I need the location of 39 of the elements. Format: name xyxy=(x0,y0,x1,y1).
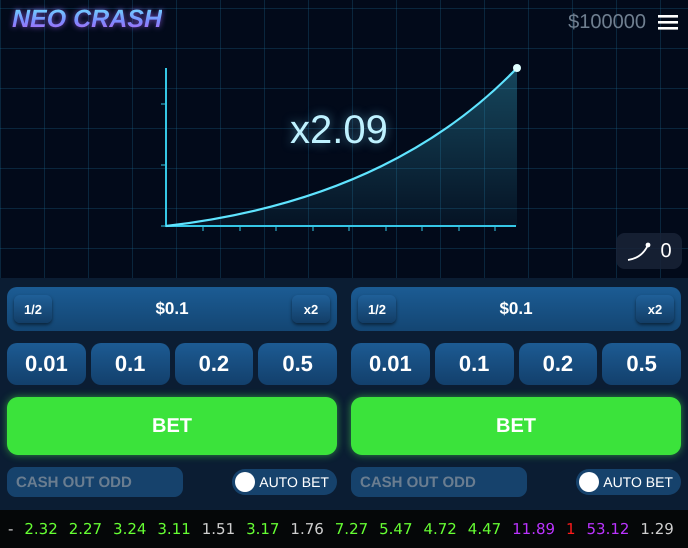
history-multiplier: 5.47 xyxy=(379,520,413,538)
amount-chip-button[interactable]: 0.5 xyxy=(602,343,681,385)
half-button[interactable]: 1/2 xyxy=(14,295,52,323)
cash-out-field[interactable]: CASH OUT ODD xyxy=(351,467,527,497)
history-multiplier: - xyxy=(8,520,14,538)
history-multiplier: 11.89 xyxy=(512,520,556,538)
auto-bet-toggle[interactable]: AUTO BET xyxy=(576,469,681,495)
history-multiplier: 7.27 xyxy=(334,520,368,538)
amount-chip-button[interactable]: 0.01 xyxy=(7,343,86,385)
history-multiplier: 3.11 xyxy=(157,520,191,538)
amount-chip-button[interactable]: 0.2 xyxy=(174,343,254,385)
amount-chip-button[interactable]: 0.1 xyxy=(434,343,514,385)
history-multiplier: 3.17 xyxy=(246,520,280,538)
curve-icon xyxy=(626,240,652,262)
balance-text: $100000 xyxy=(568,11,646,34)
double-button[interactable]: x2 xyxy=(636,295,674,323)
history-multiplier: 2.27 xyxy=(68,520,102,538)
history-multiplier: 1.29 xyxy=(640,520,674,538)
history-multiplier: 2.32 xyxy=(24,520,58,538)
history-multiplier: 4.72 xyxy=(423,520,457,538)
amount-chip-button[interactable]: 0.5 xyxy=(258,343,337,385)
amount-text: $0.1 xyxy=(499,299,533,319)
amount-chip-button[interactable]: 0.01 xyxy=(351,343,430,385)
auto-bet-toggle[interactable]: AUTO BET xyxy=(232,469,337,495)
count-text: 0 xyxy=(660,240,672,262)
amount-text: $0.1 xyxy=(155,299,189,319)
cash-out-field[interactable]: CASH OUT ODD xyxy=(7,467,183,497)
double-button[interactable]: x2 xyxy=(292,295,330,323)
menu-icon[interactable] xyxy=(658,14,678,30)
history-multiplier: 1.51 xyxy=(202,520,236,538)
amount-chip-button[interactable]: 0.2 xyxy=(518,343,598,385)
amount-chip-button[interactable]: 0.1 xyxy=(90,343,170,385)
history-multiplier: 1.76 xyxy=(290,520,324,538)
history-multiplier: 53.12 xyxy=(586,520,630,538)
history-multiplier: 1 xyxy=(566,520,576,538)
history-multiplier: 3.24 xyxy=(113,520,146,538)
half-button[interactable]: 1/2 xyxy=(358,295,396,323)
multiplier-text: x2.09 xyxy=(290,108,388,153)
history-multiplier: 4.47 xyxy=(468,520,502,538)
